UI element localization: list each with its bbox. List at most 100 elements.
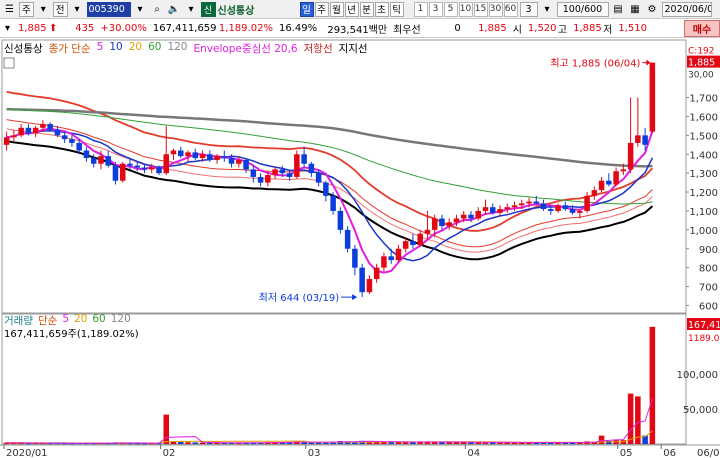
candle-body bbox=[272, 169, 278, 176]
credit-badge-icon[interactable]: 신 bbox=[200, 1, 216, 17]
period-tab[interactable]: 주 bbox=[314, 1, 329, 17]
candle-body bbox=[482, 207, 489, 211]
candle-body bbox=[344, 229, 351, 249]
speaker-icon[interactable]: 🔈 bbox=[167, 2, 182, 17]
price-tick-label: 600 bbox=[699, 301, 718, 312]
candle-body bbox=[424, 229, 431, 234]
volume-bar bbox=[598, 435, 605, 444]
minute-button[interactable]: 3 bbox=[428, 1, 443, 17]
price-tick-label: 1,200 bbox=[689, 188, 718, 199]
price-tick-label: 700 bbox=[699, 283, 718, 294]
candle-body bbox=[591, 190, 598, 196]
candle-body bbox=[352, 248, 358, 268]
candle-body bbox=[40, 124, 46, 128]
candle-body bbox=[439, 218, 445, 227]
prev-button[interactable]: 전 bbox=[52, 1, 68, 17]
candle-body bbox=[214, 156, 220, 160]
period-tab[interactable]: 월 bbox=[329, 1, 344, 17]
minute-button[interactable]: 10 bbox=[458, 1, 473, 17]
candle-body bbox=[32, 127, 39, 134]
stock-code-input[interactable]: 005390 bbox=[86, 1, 131, 17]
volume-bar bbox=[185, 442, 191, 444]
period-tab[interactable]: 틱 bbox=[389, 1, 404, 17]
range-input[interactable]: 100/600 bbox=[556, 1, 609, 17]
candle-body bbox=[635, 135, 641, 143]
candle-body bbox=[606, 180, 612, 185]
candle-body bbox=[112, 165, 119, 181]
low-arrowhead bbox=[352, 294, 358, 301]
market-select[interactable]: 주 bbox=[19, 1, 34, 17]
pct-label: 30,00 bbox=[688, 71, 714, 81]
turnover-rate: 16.49% bbox=[278, 22, 318, 34]
candle-body bbox=[47, 124, 53, 130]
grid-icon[interactable]: ▦ bbox=[628, 2, 643, 17]
period-tabs: 일주월년분초틱 bbox=[299, 1, 404, 17]
minute-button[interactable]: 30 bbox=[488, 1, 503, 17]
chevron-down-icon[interactable]: ▾ bbox=[133, 2, 148, 17]
chevron-down-icon[interactable]: ▾ bbox=[540, 2, 555, 17]
price-tick-label: 1,500 bbox=[689, 131, 718, 142]
count-select[interactable]: 3 bbox=[519, 1, 538, 17]
best-bid-value: 1,885 bbox=[478, 22, 507, 34]
high-value: 1,885 bbox=[573, 22, 602, 34]
candle-body bbox=[555, 205, 561, 211]
candle-body bbox=[323, 182, 329, 196]
period-tab[interactable]: 초 bbox=[374, 1, 389, 17]
candle-body bbox=[308, 163, 315, 174]
chevron-down-icon[interactable]: ▾ bbox=[184, 2, 199, 17]
candle-body bbox=[511, 205, 518, 208]
candle-body bbox=[613, 171, 619, 185]
list-icon[interactable]: ▤ bbox=[611, 2, 626, 17]
minute-button[interactable]: 1 bbox=[413, 1, 428, 17]
current-price: 1,885 bbox=[18, 22, 47, 34]
candle-body bbox=[359, 267, 365, 293]
candle-body bbox=[141, 167, 148, 170]
candle-body bbox=[642, 135, 648, 145]
volume-bar bbox=[649, 326, 656, 444]
minute-button[interactable]: 15 bbox=[473, 1, 488, 17]
candle-body bbox=[497, 209, 503, 213]
period-tab[interactable]: 일 bbox=[299, 1, 314, 17]
ma20-line bbox=[6, 119, 653, 248]
stock-name: 신성통상 bbox=[217, 5, 255, 17]
settings-icon[interactable]: ⚙ bbox=[645, 2, 660, 17]
candle-body bbox=[548, 209, 554, 211]
legend-stock-name: 신성통상 bbox=[4, 43, 43, 55]
candle-body bbox=[417, 233, 423, 245]
candle-body bbox=[25, 127, 32, 134]
chevron-down-icon[interactable]: ▾ bbox=[36, 2, 51, 17]
candle-body bbox=[453, 218, 460, 223]
minute-button[interactable]: 60 bbox=[503, 1, 518, 17]
price-change-pct: +30.00% bbox=[100, 22, 147, 34]
candle-body bbox=[562, 205, 569, 210]
volume-ma20-line bbox=[6, 430, 653, 444]
last-volume-label: 167,41 bbox=[688, 320, 720, 331]
chevron-down-icon[interactable]: ▾ bbox=[0, 21, 15, 36]
candle-body bbox=[11, 135, 17, 138]
volume-bar bbox=[402, 442, 409, 444]
price-volume-chart[interactable]: 600 700 800 900 1,000 1,100 1,200 1,300 1,400 1,5… bbox=[0, 38, 720, 458]
search-icon[interactable]: ⌕ bbox=[150, 2, 165, 17]
candle-body bbox=[228, 158, 235, 164]
low-label: 저 bbox=[603, 24, 613, 36]
buy-button[interactable]: 매수 bbox=[684, 20, 720, 37]
minute-button[interactable]: 5 bbox=[443, 1, 458, 17]
chevron-down-icon[interactable]: ▾ bbox=[70, 2, 85, 17]
candle-body bbox=[83, 150, 90, 159]
date-tick-label: 03 bbox=[308, 448, 321, 458]
menu-icon[interactable]: ☰ bbox=[2, 2, 17, 17]
candle-body bbox=[337, 210, 344, 230]
high-label: 고 bbox=[557, 24, 568, 36]
candle-body bbox=[243, 159, 249, 170]
date-input[interactable]: 2020/06/0 bbox=[661, 1, 712, 17]
period-tab[interactable]: 년 bbox=[344, 1, 359, 17]
candle-body bbox=[577, 210, 583, 213]
candle-body bbox=[134, 165, 140, 168]
date-tick-label: 05 bbox=[620, 448, 633, 458]
price-panel-frame bbox=[1, 39, 687, 314]
period-tab[interactable]: 분 bbox=[359, 1, 374, 17]
candle-body bbox=[489, 207, 496, 213]
chart-window: ☰ 주 ▾ 전 ▾ 005390 ▾ ⌕ 🔈 ▾ 신 신성통상 일주월년분초틱 … bbox=[0, 0, 720, 458]
candle-body bbox=[301, 154, 307, 164]
candle-body bbox=[519, 203, 525, 206]
